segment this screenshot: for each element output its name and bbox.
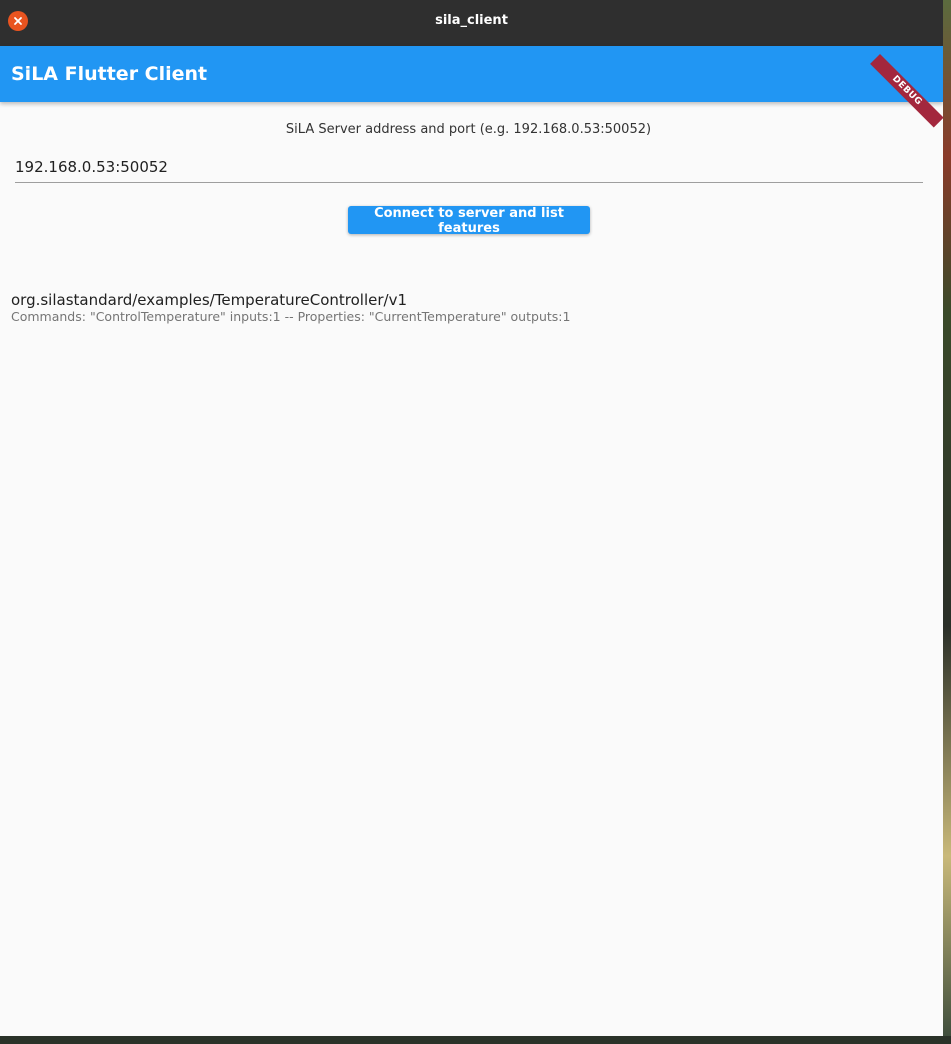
app-bar-title: SiLA Flutter Client	[11, 63, 208, 85]
window-title: sila_client	[435, 13, 508, 28]
app-window: sila_client SiLA Flutter Client DEBUG Si…	[0, 0, 943, 1036]
server-address-label: SiLA Server address and port (e.g. 192.1…	[285, 122, 652, 137]
desktop-background	[943, 0, 951, 1044]
feature-list-item[interactable]: org.silastandard/examples/TemperatureCon…	[11, 290, 931, 324]
feature-name: org.silastandard/examples/TemperatureCon…	[11, 291, 408, 309]
app-bar: SiLA Flutter Client	[0, 46, 943, 102]
connect-button[interactable]: Connect to server and list features	[348, 206, 590, 236]
window-titlebar[interactable]: sila_client	[0, 0, 943, 46]
desktop-bottom-edge	[0, 1036, 951, 1044]
feature-details: Commands: "ControlTemperature" inputs:1 …	[11, 309, 571, 324]
server-address-input[interactable]	[15, 152, 923, 183]
